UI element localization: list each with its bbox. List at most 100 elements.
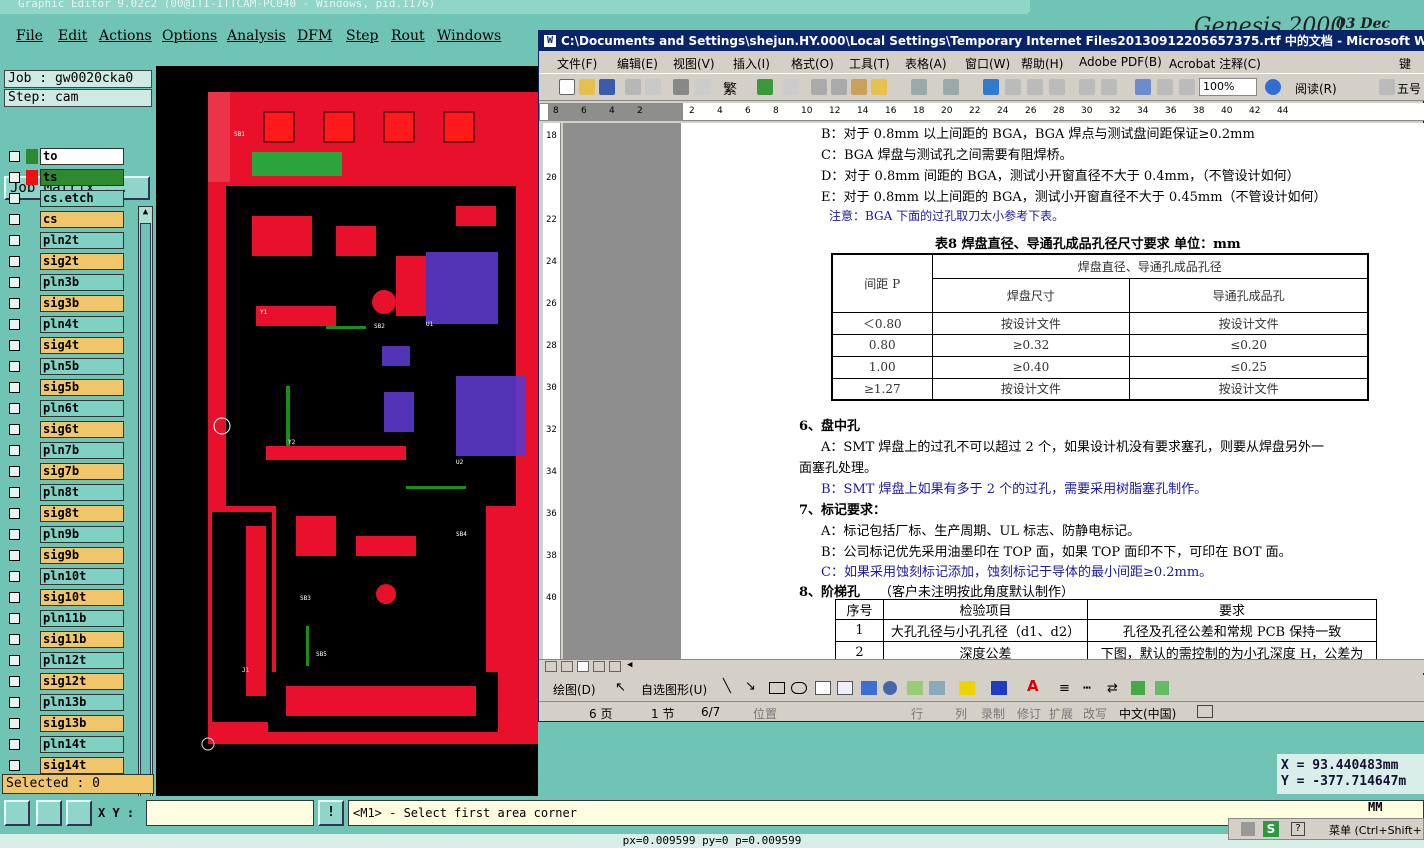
layer-checkbox[interactable] [9,613,20,624]
layer-name[interactable]: pln13b [40,694,124,711]
scroll-left-icon[interactable]: ◀ [627,660,632,670]
layer-checkbox[interactable] [9,529,20,540]
layer-name[interactable]: pln3b [40,274,124,291]
menu-options[interactable]: Options [162,28,217,44]
menu-step[interactable]: Step [346,28,378,44]
wmenu-file[interactable]: 文件(F) [557,55,597,72]
permission-icon[interactable] [625,79,641,95]
measure-icon[interactable] [36,800,62,826]
fill-color-icon[interactable] [959,681,975,695]
layer-name[interactable]: to [40,148,124,165]
layer-checkbox[interactable] [9,403,20,414]
layer-checkbox[interactable] [9,382,20,393]
layer-checkbox[interactable] [9,718,20,729]
layer-checkbox[interactable] [9,508,20,519]
layer-row[interactable]: pln9b [6,526,124,544]
cut-icon[interactable] [811,79,827,95]
status-trk[interactable]: 修订 [1017,705,1041,722]
layer-row[interactable]: sig5b [6,379,124,397]
layer-row[interactable]: sig7b [6,463,124,481]
layer-name[interactable]: pln4t [40,316,124,333]
layer-name[interactable]: sig14t [40,757,124,774]
autoshapes-menu[interactable]: 自选图形(U) [641,681,707,698]
layer-row[interactable]: pln2t [6,232,124,250]
layer-row[interactable]: pln11b [6,610,124,628]
layer-checkbox[interactable] [9,361,20,372]
rectangle-tool-icon[interactable] [769,682,785,694]
diagram-icon[interactable] [883,681,897,695]
layer-name[interactable]: sig8t [40,505,124,522]
layer-checkbox[interactable] [9,235,20,246]
font-size-select[interactable]: 五号 [1397,80,1421,97]
layer-row[interactable]: sig8t [6,505,124,523]
layer-row[interactable]: pln14t [6,736,124,754]
layer-row[interactable]: sig12t [6,673,124,691]
layer-row[interactable]: pln3b [6,274,124,292]
spelling-status-icon[interactable] [1197,705,1213,718]
textbox-icon[interactable] [815,681,831,695]
status-ovr[interactable]: 改写 [1083,705,1107,722]
pcb-board-view[interactable]: SB1 SB2 SB3 SB4 SB5 U1 U2 Y1 Y2 J1 [156,66,538,796]
new-doc-icon[interactable] [559,79,575,95]
menu-rout[interactable]: Rout [391,28,425,44]
layer-row[interactable]: sig13b [6,715,124,733]
print-preview-icon[interactable] [695,79,711,95]
spelling-icon[interactable] [757,79,773,95]
open-icon[interactable] [579,79,595,95]
layer-name[interactable]: pln11b [40,610,124,627]
layer-checkbox[interactable] [9,277,20,288]
horizontal-ruler[interactable]: 8 6 4 2 2 4 6 8 10 12 14 16 18 20 22 24 26 28 30 32 34 36 38 40… [549,103,1424,121]
arrow-tool-icon[interactable]: ↘ [745,679,756,694]
3d-icon[interactable] [1155,681,1169,695]
wmenu-window[interactable]: 窗口(W) [965,55,1010,72]
layer-row[interactable]: sig9b [6,547,124,565]
layer-row[interactable]: ts [6,169,124,187]
insert-table-icon[interactable] [1027,79,1043,95]
read-mode-button[interactable]: 阅读(R) [1295,80,1337,97]
show-hide-icon[interactable] [1157,79,1173,95]
style-icon[interactable] [1379,79,1395,95]
layer-name[interactable]: sig11b [40,631,124,648]
layer-name[interactable]: cs.etch [40,190,124,207]
document-map-icon[interactable] [1135,79,1151,95]
layer-checkbox[interactable] [9,760,20,771]
save-icon[interactable] [599,79,615,95]
layer-name[interactable]: sig13b [40,715,124,732]
layer-row[interactable]: sig10t [6,589,124,607]
dash-style-icon[interactable]: ┅ [1083,681,1091,696]
layer-checkbox[interactable] [9,550,20,561]
layer-name[interactable]: sig4t [40,337,124,354]
keyboard-icon[interactable] [1241,822,1255,836]
layer-row[interactable]: sig6t [6,421,124,439]
layer-name[interactable]: sig3b [40,295,124,312]
layer-name[interactable]: cs [40,211,124,228]
wmenu-acrobat[interactable]: Acrobat 注释(C) [1169,55,1261,72]
web-view-icon[interactable] [561,661,573,672]
format-painter-icon[interactable] [871,79,887,95]
document-page[interactable]: B：对于 0.8mm 以上间距的 BGA，BGA 焊点与测试盘间距保证≥0.2m… [681,123,1424,659]
layer-row[interactable]: sig14t [6,757,124,775]
layer-checkbox[interactable] [9,319,20,330]
layer-checkbox[interactable] [9,487,20,498]
layer-row[interactable]: pln6t [6,400,124,418]
tab-selector[interactable] [539,103,549,121]
layer-row[interactable]: pln12t [6,652,124,670]
zoom-area-icon[interactable] [4,800,30,826]
ime-icon[interactable]: S [1263,821,1279,837]
layer-name[interactable]: pln6t [40,400,124,417]
warning-icon[interactable]: ! [318,800,344,826]
layer-checkbox[interactable] [9,340,20,351]
layer-row[interactable]: cs [6,211,124,229]
layer-name[interactable]: sig10t [40,589,124,606]
menu-dfm[interactable]: DFM [297,28,332,44]
wmenu-help[interactable]: 帮助(H) [1021,55,1063,72]
layer-name[interactable]: sig6t [40,421,124,438]
layer-row[interactable]: sig11b [6,631,124,649]
layer-checkbox[interactable] [9,424,20,435]
help-tray-icon[interactable]: ? [1291,822,1305,836]
layer-name[interactable]: sig5b [40,379,124,396]
vertical-ruler[interactable]: 18 20 22 24 26 28 30 32 34 36 38 40 [543,123,561,659]
menu-edit[interactable]: Edit [58,28,87,44]
layer-row[interactable]: pln13b [6,694,124,712]
layer-checkbox[interactable] [9,676,20,687]
